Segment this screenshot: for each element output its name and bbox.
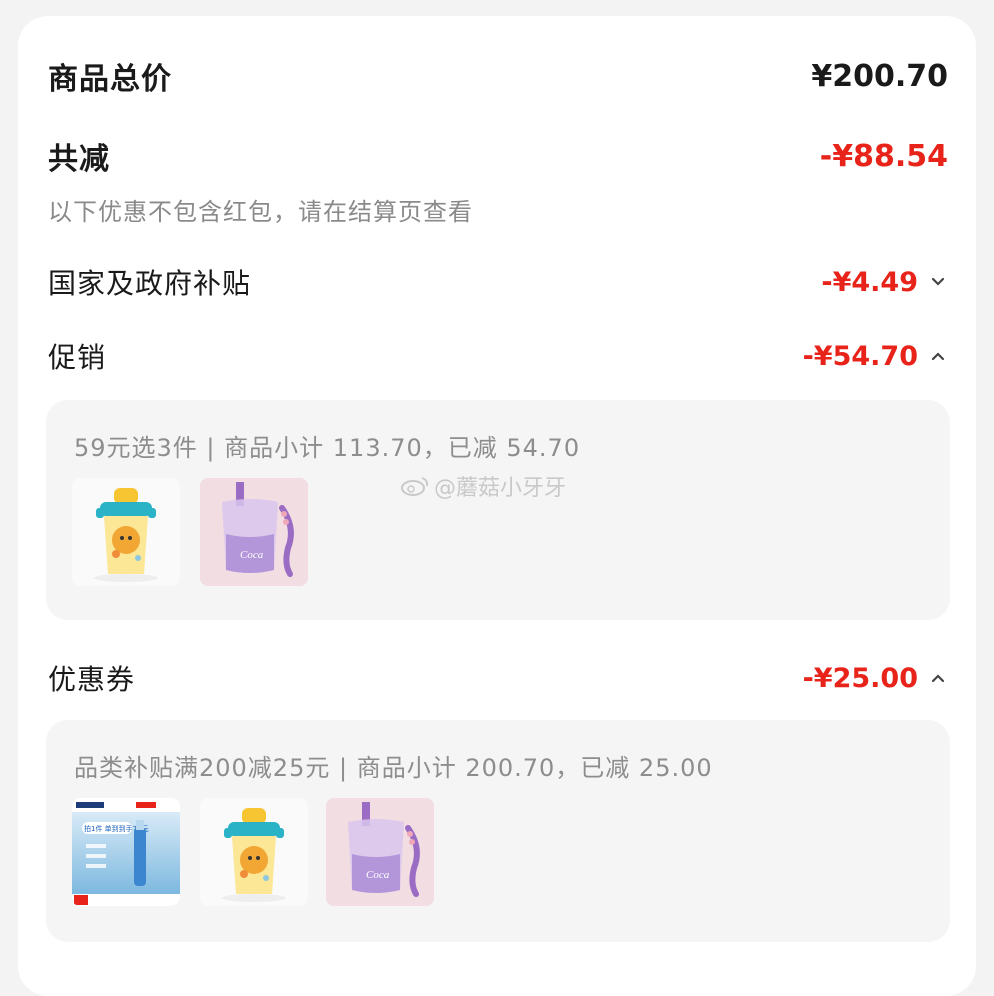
chevron-down-icon[interactable] — [928, 272, 948, 292]
section-value-wrap-coupon: -¥25.00 — [803, 663, 948, 694]
section-value-promotion: -¥54.70 — [802, 340, 918, 372]
svg-text:Coca: Coca — [366, 869, 390, 881]
section-value-coupon: -¥25.00 — [802, 662, 918, 694]
price-detail-card: 商品总价 ¥200.70 共减 -¥88.54 以下优惠不包含红包，请在结算页查… — [18, 16, 976, 996]
total-discount-value: -¥88.54 — [819, 138, 948, 174]
product-thumb-purple-cup[interactable]: Coca — [326, 798, 434, 906]
promotion-panel-text: 59元选3件 | 商品小计 113.70，已减 54.70 — [74, 434, 581, 462]
total-discount-label: 共减 — [48, 142, 110, 177]
section-value-wrap-promotion: -¥54.70 — [803, 341, 948, 372]
section-value-subsidy: -¥4.49 — [821, 266, 918, 298]
product-thumb-purple-cup[interactable]: Coca — [200, 478, 308, 586]
section-row-coupon[interactable]: 优惠券 -¥25.00 — [48, 656, 948, 700]
chevron-up-icon[interactable] — [928, 668, 948, 688]
svg-text:Coca: Coca — [240, 549, 264, 561]
product-thumb-blue-bottle[interactable]: 拍1件 单到到手75元 — [72, 798, 180, 906]
total-price-label: 商品总价 — [48, 62, 172, 97]
discount-note: 以下优惠不包含红包，请在结算页查看 — [48, 198, 473, 226]
section-label-promotion: 促销 — [48, 341, 107, 374]
promotion-panel: 59元选3件 | 商品小计 113.70，已减 54.70 Coca — [46, 400, 950, 620]
total-price-row: 商品总价 ¥200.70 — [48, 54, 948, 98]
section-value-wrap-subsidy: -¥4.49 — [821, 267, 948, 298]
total-discount-row: 共减 -¥88.54 — [48, 134, 948, 178]
watermark: @蘑菇小牙牙 — [400, 470, 566, 502]
section-label-coupon: 优惠券 — [48, 663, 136, 696]
watermark-text: @蘑菇小牙牙 — [434, 476, 567, 501]
product-thumb-yellow-kettle[interactable] — [72, 478, 180, 586]
chevron-up-icon[interactable] — [928, 346, 948, 366]
coupon-panel-text: 品类补贴满200减25元 | 商品小计 200.70，已减 25.00 — [74, 754, 713, 782]
product-thumb-yellow-kettle[interactable] — [200, 798, 308, 906]
weibo-icon — [400, 475, 430, 497]
section-row-subsidy[interactable]: 国家及政府补贴 -¥4.49 — [48, 260, 948, 304]
section-label-subsidy: 国家及政府补贴 — [48, 267, 252, 300]
coupon-panel: 品类补贴满200减25元 | 商品小计 200.70，已减 25.00 拍1件 … — [46, 720, 950, 942]
total-price-value: ¥200.70 — [811, 58, 948, 94]
section-row-promotion[interactable]: 促销 -¥54.70 — [48, 334, 948, 378]
